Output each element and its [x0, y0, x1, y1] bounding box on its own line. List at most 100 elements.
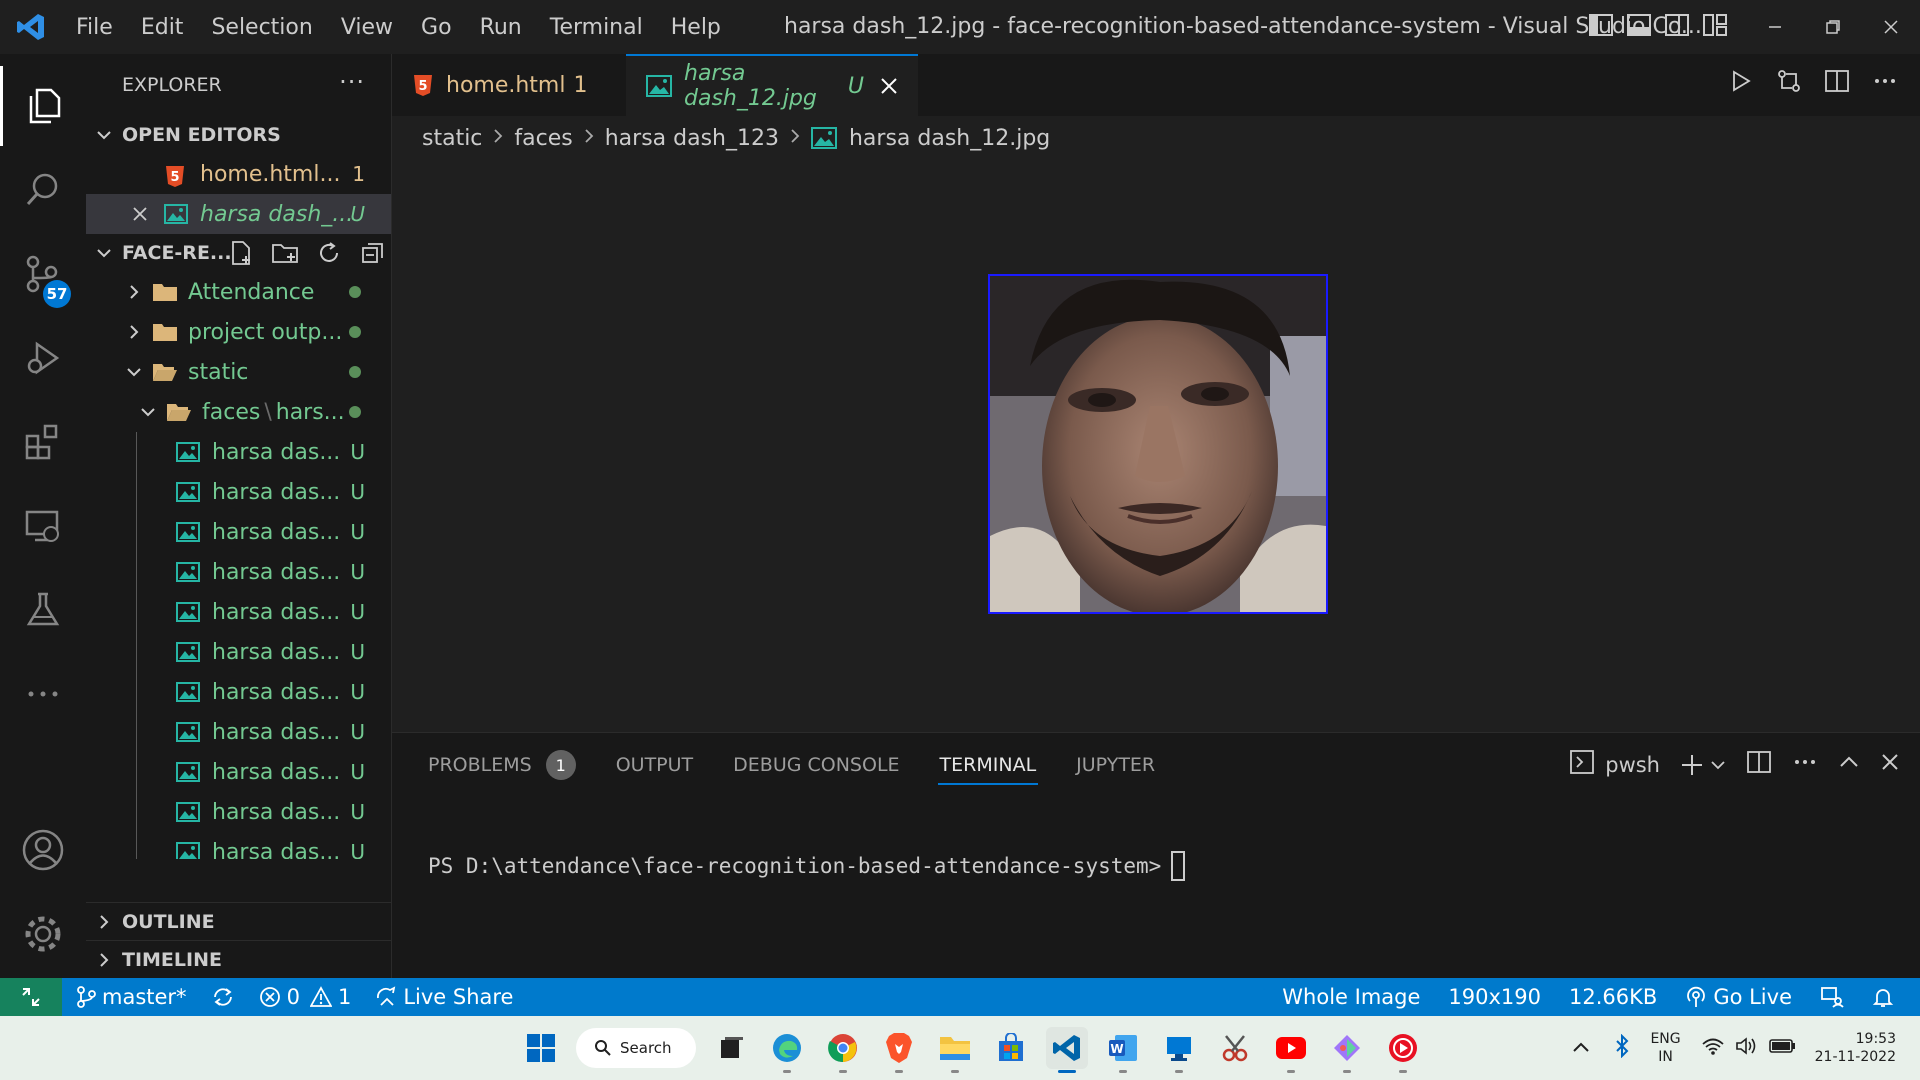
face-photo[interactable]	[988, 274, 1328, 614]
menu-help[interactable]: Help	[657, 15, 735, 40]
customize-layout-icon[interactable]	[1702, 12, 1730, 40]
menu-go[interactable]: Go	[407, 15, 466, 40]
restore-icon[interactable]	[1804, 0, 1862, 54]
source-control-icon[interactable]: 57	[0, 234, 86, 314]
git-tool-icon[interactable]	[1326, 1027, 1368, 1073]
extensions-icon[interactable]	[0, 402, 86, 482]
tab-output[interactable]: OUTPUT	[596, 733, 713, 797]
menu-edit[interactable]: Edit	[127, 15, 198, 40]
notifications-bell-icon[interactable]	[1872, 986, 1894, 1008]
outline-section[interactable]: OUTLINE	[86, 902, 391, 940]
folder-faces[interactable]: faces \ hars...	[86, 392, 391, 432]
tab-terminal[interactable]: TERMINAL	[920, 733, 1057, 797]
problems-status[interactable]: 0 1	[259, 985, 351, 1009]
explorer-more-icon[interactable]: ···	[339, 68, 365, 96]
remote-indicator-icon[interactable]	[0, 978, 62, 1016]
refresh-icon[interactable]	[314, 238, 344, 268]
sync-icon[interactable]	[211, 986, 235, 1008]
wifi-icon[interactable]	[1701, 1036, 1725, 1060]
tab-debug-console[interactable]: DEBUG CONSOLE	[713, 733, 919, 797]
split-editor-icon[interactable]	[1822, 66, 1852, 96]
menu-terminal[interactable]: Terminal	[536, 15, 657, 40]
remote-desktop-icon[interactable]	[1158, 1027, 1200, 1073]
open-editor-home-html[interactable]: 5 home.html... 1	[86, 154, 391, 194]
split-terminal-icon[interactable]	[1746, 749, 1772, 780]
chrome-icon[interactable]	[822, 1027, 864, 1073]
terminal-output[interactable]: PS D:\attendance\face-recognition-based-…	[428, 851, 1186, 881]
close-window-icon[interactable]	[1862, 0, 1920, 54]
tab-harsa-dash-12[interactable]: harsa dash_12.jpg U	[626, 54, 918, 116]
breadcrumb-folder[interactable]: harsa dash_123	[605, 126, 779, 151]
vscode-taskbar-icon[interactable]	[1046, 1027, 1088, 1073]
menu-file[interactable]: File	[62, 15, 127, 40]
terminal-shell-selector[interactable]: pwsh	[1569, 749, 1660, 780]
task-view-icon[interactable]	[710, 1027, 752, 1069]
bluetooth-icon[interactable]	[1614, 1033, 1630, 1062]
folder-project-output[interactable]: project outp...	[86, 312, 391, 352]
breadcrumb-file[interactable]: harsa dash_12.jpg	[849, 126, 1050, 151]
youtube-icon[interactable]	[1270, 1027, 1312, 1073]
minimize-icon[interactable]	[1746, 0, 1804, 54]
menu-run[interactable]: Run	[466, 15, 536, 40]
battery-icon[interactable]	[1768, 1037, 1797, 1059]
close-tab-icon[interactable]	[880, 77, 898, 95]
accounts-icon[interactable]	[0, 810, 86, 890]
open-editors-section[interactable]: OPEN EDITORS	[86, 116, 391, 154]
explorer-icon[interactable]	[0, 66, 86, 146]
git-branch[interactable]: master*	[76, 985, 187, 1009]
testing-icon[interactable]	[0, 570, 86, 650]
more-actions-icon[interactable]	[1870, 66, 1900, 96]
word-icon[interactable]: W	[1102, 1027, 1144, 1073]
tab-jupyter[interactable]: JUPYTER	[1056, 733, 1175, 797]
new-file-icon[interactable]	[226, 238, 256, 268]
brave-icon[interactable]	[878, 1027, 920, 1073]
volume-icon[interactable]	[1735, 1036, 1759, 1060]
tab-problems[interactable]: PROBLEMS 1	[392, 733, 596, 797]
close-panel-icon[interactable]	[1880, 752, 1900, 777]
timeline-section[interactable]: TIMELINE	[86, 940, 391, 978]
file-explorer-icon[interactable]	[934, 1027, 976, 1073]
menu-view[interactable]: View	[327, 15, 407, 40]
manage-gear-icon[interactable]	[0, 894, 86, 974]
toggle-secondary-sidebar-icon[interactable]	[1664, 12, 1692, 40]
file-item[interactable]: harsa das... U	[86, 432, 391, 472]
file-item[interactable]: harsa das... U	[86, 632, 391, 672]
toggle-primary-sidebar-icon[interactable]	[1588, 12, 1616, 40]
panel-more-icon[interactable]	[1792, 749, 1818, 780]
run-icon[interactable]	[1726, 66, 1756, 96]
file-item[interactable]: harsa das... U	[86, 832, 391, 859]
more-views-icon[interactable]	[0, 654, 86, 734]
new-terminal-button[interactable]	[1680, 753, 1726, 777]
open-editor-harsa-dash[interactable]: harsa dash_... U	[86, 194, 391, 234]
collapse-all-icon[interactable]	[358, 238, 388, 268]
file-item[interactable]: harsa das... U	[86, 592, 391, 632]
maximize-panel-icon[interactable]	[1838, 751, 1860, 778]
folder-attendance[interactable]: Attendance	[86, 272, 391, 312]
close-editor-icon[interactable]	[132, 206, 164, 222]
file-item[interactable]: harsa das... U	[86, 712, 391, 752]
project-section[interactable]: FACE-RE...	[86, 234, 391, 272]
file-item[interactable]: harsa das... U	[86, 472, 391, 512]
compare-changes-icon[interactable]	[1774, 66, 1804, 96]
file-item[interactable]: harsa das... U	[86, 792, 391, 832]
microsoft-store-icon[interactable]	[990, 1027, 1032, 1069]
toggle-panel-icon[interactable]	[1626, 12, 1654, 40]
remote-explorer-icon[interactable]	[0, 486, 86, 566]
breadcrumb-faces[interactable]: faces	[514, 126, 572, 151]
edge-browser-icon[interactable]	[766, 1027, 808, 1073]
snipping-tool-icon[interactable]	[1214, 1027, 1256, 1069]
image-zoom-status[interactable]: Whole Image	[1282, 985, 1420, 1009]
new-folder-icon[interactable]	[270, 238, 300, 268]
run-debug-icon[interactable]	[0, 318, 86, 398]
chevron-up-icon[interactable]	[1572, 1039, 1590, 1058]
media-player-icon[interactable]	[1382, 1027, 1424, 1073]
input-language[interactable]: ENG IN	[1650, 1030, 1680, 1066]
live-share-button[interactable]: Live Share	[375, 985, 513, 1009]
breadcrumb-static[interactable]: static	[422, 126, 482, 151]
file-item[interactable]: harsa das... U	[86, 552, 391, 592]
tab-home-html[interactable]: 5 home.html 1	[392, 54, 626, 116]
file-item[interactable]: harsa das... U	[86, 512, 391, 552]
go-live-button[interactable]: Go Live	[1685, 985, 1792, 1009]
taskbar-search[interactable]: Search	[576, 1028, 696, 1068]
windows-start-icon[interactable]	[520, 1027, 562, 1069]
